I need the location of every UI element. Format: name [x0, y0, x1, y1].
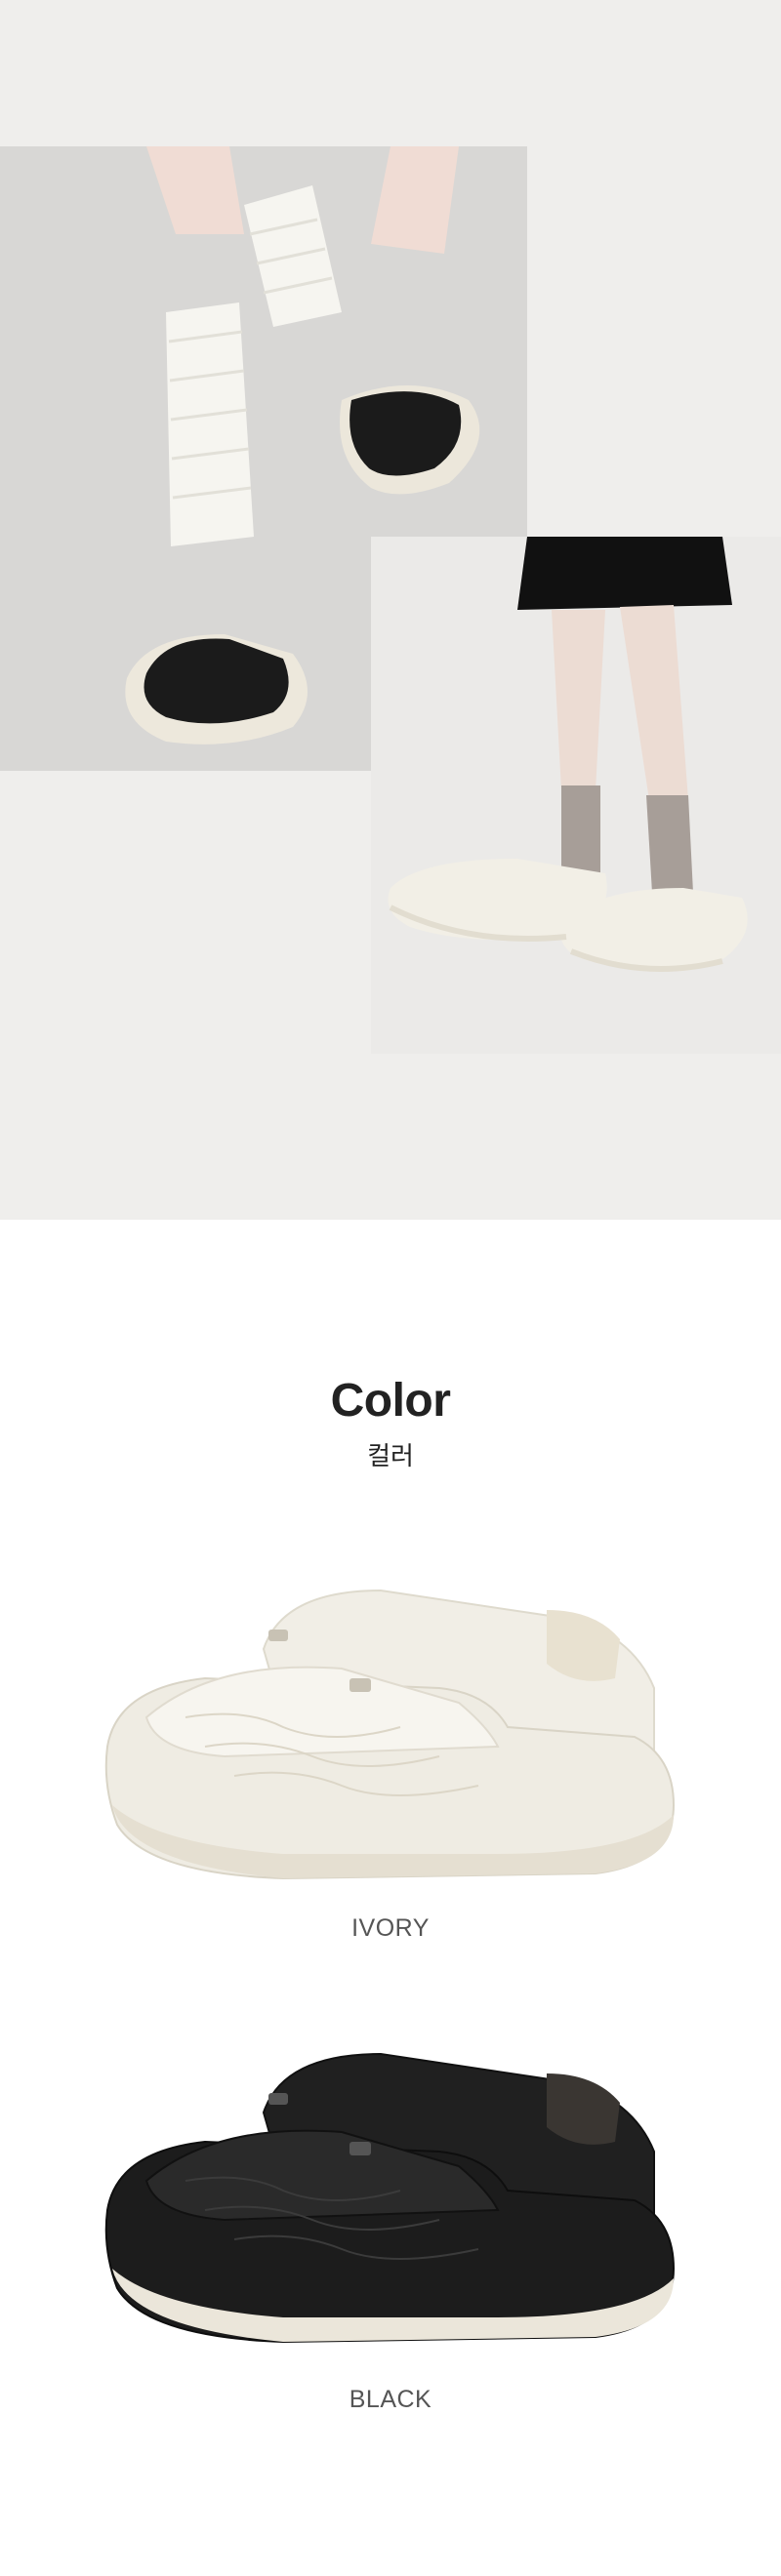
- color-label-ivory: IVORY: [351, 1914, 430, 1942]
- product-image-black: [88, 2034, 693, 2356]
- product-image-ivory: [88, 1571, 693, 1893]
- lifestyle-photo-ivory: [371, 537, 781, 1054]
- color-label-black: BLACK: [349, 2386, 432, 2413]
- product-detail-page: Color 컬러 IVORY BLACK: [0, 0, 781, 2576]
- color-section-subtitle: 컬러: [367, 1441, 414, 1470]
- color-section-title: Color: [330, 1375, 451, 1427]
